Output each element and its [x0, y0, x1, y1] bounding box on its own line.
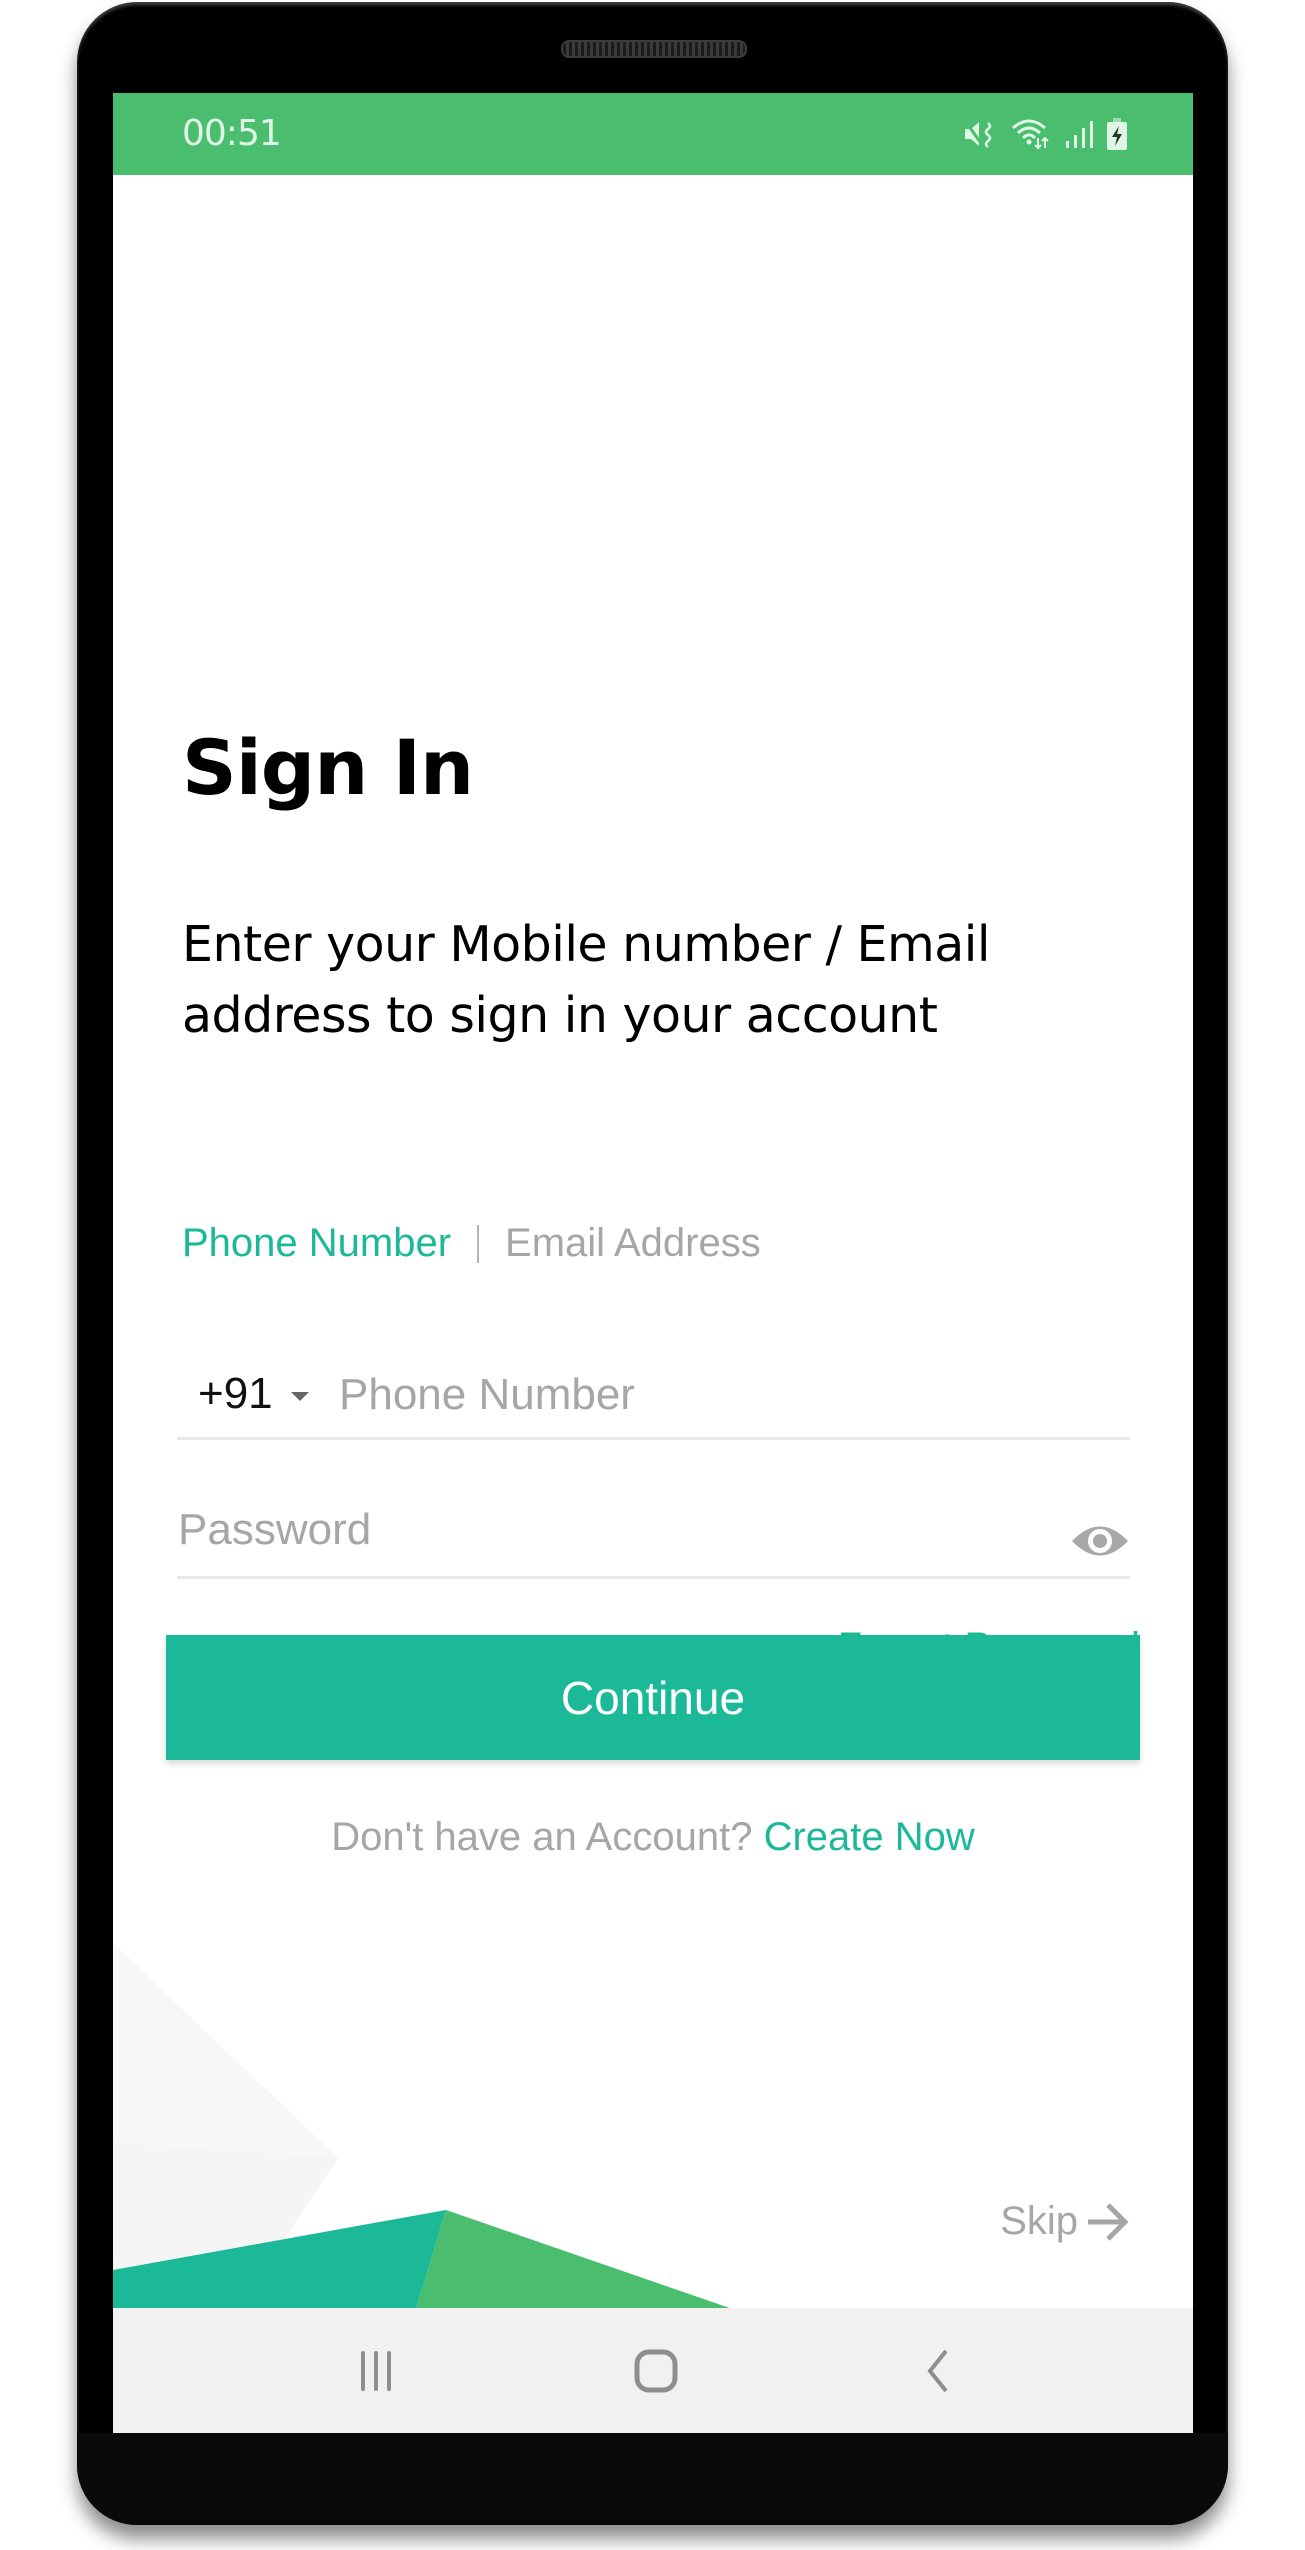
status-bar: 00:51 [113, 93, 1193, 175]
home-icon [634, 2349, 678, 2393]
phone-number-input[interactable] [339, 1369, 1099, 1421]
password-input[interactable] [178, 1504, 998, 1556]
country-code-dropdown[interactable]: +91 [198, 1369, 309, 1419]
battery-charging-icon [1107, 118, 1127, 150]
status-icons [963, 117, 1127, 151]
create-account-link[interactable]: Create Now [764, 1815, 975, 1859]
tab-divider [477, 1224, 480, 1263]
nav-back-button[interactable] [897, 2336, 977, 2406]
wifi-data-icon [1011, 118, 1051, 150]
app-screen: 00:51 Sign In Enter your Mobile number /… [113, 93, 1193, 2433]
phone-chin [77, 2433, 1228, 2525]
signup-prompt-text: Don't have an Account? [331, 1815, 753, 1859]
eye-icon [1072, 1526, 1128, 1556]
back-icon [927, 2349, 948, 2393]
show-password-toggle[interactable] [1070, 1520, 1130, 1562]
signup-prompt-line: Don't have an Account? Create Now [113, 1815, 1193, 1860]
login-mode-tabs: Phone Number Email Address [182, 1221, 761, 1266]
nav-home-button[interactable] [616, 2336, 696, 2406]
chevron-down-icon [290, 1391, 309, 1401]
country-code-value: +91 [198, 1369, 273, 1418]
skip-label: Skip [1000, 2199, 1078, 2243]
skip-button[interactable]: Skip [1000, 2199, 1130, 2244]
mute-vibrate-icon [963, 119, 997, 149]
recents-icon [361, 2351, 391, 2391]
status-time: 00:51 [182, 113, 282, 154]
phone-field: +91 [177, 1343, 1130, 1440]
page-subtitle: Enter your Mobile number / Email address… [182, 916, 991, 1044]
tab-email-address[interactable]: Email Address [505, 1221, 761, 1266]
earpiece-speaker [561, 40, 747, 58]
password-field [177, 1488, 1130, 1579]
tab-phone-number[interactable]: Phone Number [182, 1221, 451, 1266]
page-title: Sign In [182, 723, 474, 812]
system-nav-bar [113, 2308, 1193, 2433]
signal-icon [1065, 119, 1093, 149]
continue-button[interactable]: Continue [166, 1635, 1140, 1760]
nav-recents-button[interactable] [336, 2336, 416, 2406]
arrow-right-icon [1088, 2202, 1129, 2241]
